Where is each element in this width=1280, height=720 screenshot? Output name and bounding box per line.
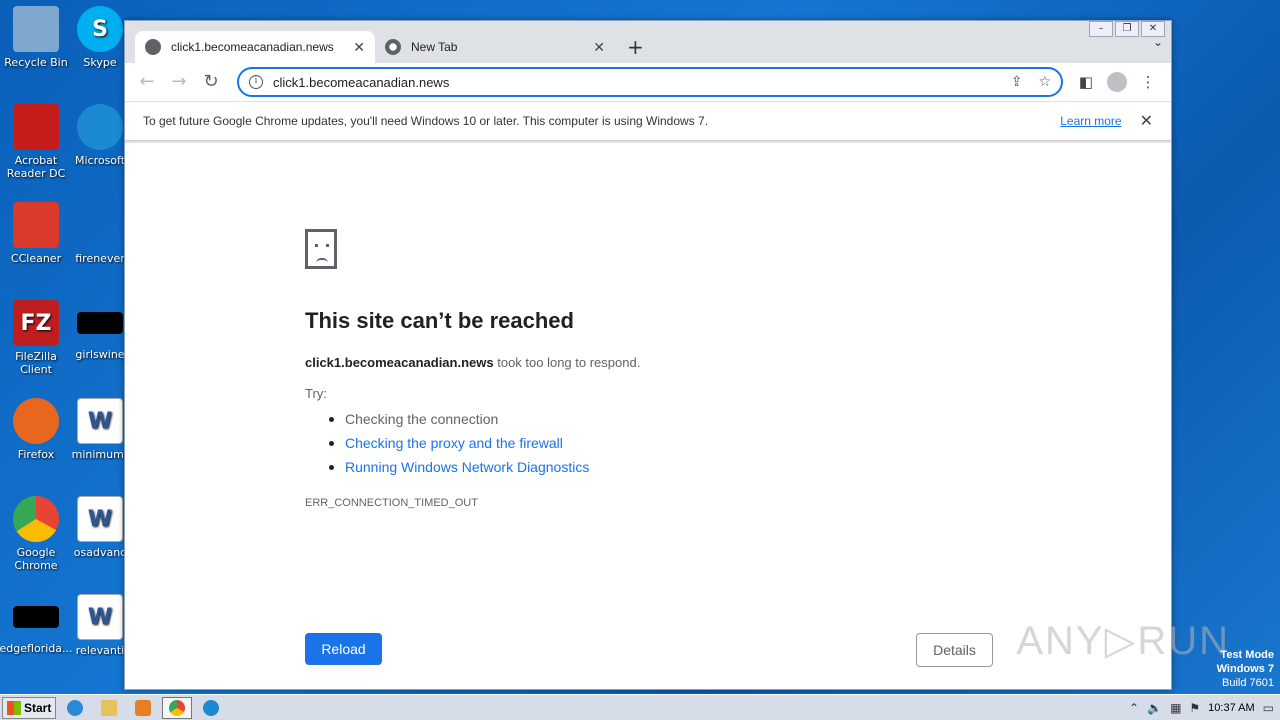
update-infobar: To get future Google Chrome updates, you… bbox=[125, 101, 1171, 141]
edge-icon bbox=[203, 699, 219, 716]
filezilla-icon: FZ bbox=[13, 300, 59, 346]
details-button[interactable]: Details bbox=[916, 633, 993, 667]
flag-icon[interactable]: ⚑ bbox=[1189, 701, 1200, 715]
tab-close-icon[interactable]: ✕ bbox=[353, 39, 365, 56]
recycle-bin-icon bbox=[13, 6, 59, 52]
try-label: Try: bbox=[305, 386, 327, 401]
suggestion-link-diagnostics[interactable]: Running Windows Network Diagnostics bbox=[325, 455, 589, 479]
side-panel-icon[interactable]: ◧ bbox=[1071, 68, 1101, 96]
windows-flag-icon bbox=[7, 700, 21, 715]
ccleaner-icon bbox=[13, 202, 59, 248]
tab-new-tab[interactable]: New Tab ✕ bbox=[375, 31, 615, 63]
error-host: click1.becomeacanadian.news bbox=[305, 355, 494, 370]
ie-icon bbox=[67, 699, 83, 716]
error-desc-suffix: took too long to respond. bbox=[493, 355, 641, 370]
page-content: This site can’t be reached click1.become… bbox=[125, 143, 1171, 689]
chrome-icon bbox=[13, 496, 59, 542]
address-bar[interactable]: i click1.becomeacanadian.news ⇪ ☆ bbox=[237, 67, 1063, 97]
suggestion-link-proxy[interactable]: Checking the proxy and the firewall bbox=[325, 431, 589, 455]
word-doc-icon: W bbox=[77, 594, 123, 640]
taskbar-ie[interactable] bbox=[60, 697, 90, 719]
toolbar: ← → ↻ i click1.becomeacanadian.news ⇪ ☆ … bbox=[125, 63, 1171, 101]
taskbar: Start ⌃ 🔈 ▦ ⚑ 10:37 AM ▭ bbox=[0, 694, 1280, 720]
firefox-icon bbox=[13, 398, 59, 444]
tab-search-chevron-icon[interactable]: ⌄ bbox=[1153, 35, 1163, 49]
system-tray: ⌃ 🔈 ▦ ⚑ 10:37 AM ▭ bbox=[1129, 701, 1280, 715]
start-label: Start bbox=[24, 700, 52, 715]
tab-strip: click1.becomeacanadian.news ✕ New Tab ✕ … bbox=[135, 31, 1161, 63]
tab-title: New Tab bbox=[411, 40, 458, 54]
suggestion-list: Checking the connection Checking the pro… bbox=[325, 407, 589, 479]
menu-dots-icon[interactable]: ⋮ bbox=[1133, 68, 1163, 96]
profile-avatar[interactable] bbox=[1107, 72, 1127, 92]
edge-icon bbox=[77, 104, 123, 150]
tab-title: click1.becomeacanadian.news bbox=[171, 40, 334, 54]
test-mode-label: Test Mode Windows 7 Build 7601 bbox=[1217, 648, 1274, 690]
volume-icon[interactable]: 🔈 bbox=[1147, 701, 1162, 715]
build-text: Build 7601 bbox=[1222, 677, 1274, 689]
blank-icon bbox=[77, 202, 123, 248]
blank-icon bbox=[77, 312, 123, 334]
new-tab-button[interactable]: + bbox=[627, 35, 644, 59]
word-doc-icon: W bbox=[77, 496, 123, 542]
show-desktop-icon[interactable]: ▭ bbox=[1263, 701, 1274, 715]
forward-button[interactable]: → bbox=[165, 68, 193, 96]
word-doc-icon: W bbox=[77, 398, 123, 444]
sad-page-icon bbox=[305, 229, 337, 269]
reload-icon[interactable]: ↻ bbox=[197, 68, 225, 96]
acrobat-icon bbox=[13, 104, 59, 150]
tray-chevron-icon[interactable]: ⌃ bbox=[1129, 701, 1139, 715]
globe-icon bbox=[145, 39, 161, 55]
taskbar-media[interactable] bbox=[128, 697, 158, 719]
infobar-message: To get future Google Chrome updates, you… bbox=[143, 114, 709, 128]
os-text: Windows 7 bbox=[1216, 663, 1274, 675]
suggestion-item: Checking the connection bbox=[325, 407, 589, 431]
error-code: ERR_CONNECTION_TIMED_OUT bbox=[305, 497, 478, 509]
reload-button[interactable]: Reload bbox=[305, 633, 382, 665]
error-title: This site can’t be reached bbox=[305, 308, 574, 333]
clock[interactable]: 10:37 AM bbox=[1208, 702, 1254, 714]
taskbar-explorer[interactable] bbox=[94, 697, 124, 719]
chrome-icon bbox=[385, 39, 401, 55]
chrome-window: – ❐ ✕ click1.becomeacanadian.news ✕ New … bbox=[124, 20, 1172, 690]
start-button[interactable]: Start bbox=[2, 696, 56, 719]
anyrun-watermark: ANY▷RUN bbox=[1016, 619, 1230, 663]
share-icon[interactable]: ⇪ bbox=[1011, 74, 1023, 90]
infobar-close-icon[interactable]: ✕ bbox=[1140, 111, 1153, 131]
back-button[interactable]: ← bbox=[133, 68, 161, 96]
taskbar-chrome[interactable] bbox=[162, 696, 192, 719]
chrome-icon bbox=[169, 699, 185, 716]
network-icon[interactable]: ▦ bbox=[1170, 701, 1181, 715]
url-text[interactable]: click1.becomeacanadian.news bbox=[273, 75, 995, 90]
info-icon[interactable]: i bbox=[249, 75, 263, 89]
media-player-icon bbox=[135, 699, 151, 716]
test-mode-text: Test Mode bbox=[1220, 649, 1274, 661]
error-description: click1.becomeacanadian.news took too lon… bbox=[305, 355, 640, 370]
tab-active[interactable]: click1.becomeacanadian.news ✕ bbox=[135, 31, 375, 63]
blank-icon bbox=[13, 606, 59, 628]
bookmark-star-icon[interactable]: ☆ bbox=[1038, 74, 1051, 90]
learn-more-link[interactable]: Learn more bbox=[1060, 114, 1121, 128]
tab-close-icon[interactable]: ✕ bbox=[593, 39, 605, 56]
skype-icon: S bbox=[77, 6, 123, 52]
taskbar-edge[interactable] bbox=[196, 697, 226, 719]
folder-icon bbox=[101, 699, 117, 716]
